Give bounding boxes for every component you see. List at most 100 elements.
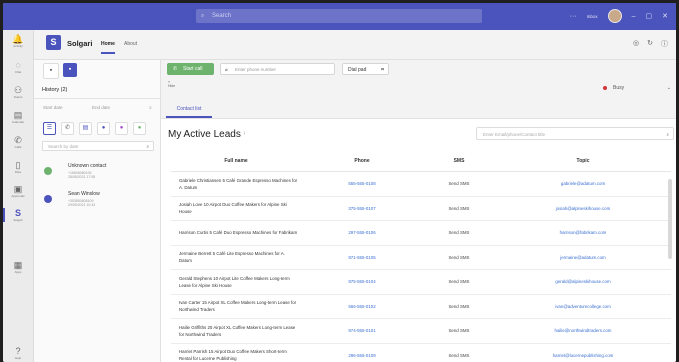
email-link[interactable]: gerald@alpineskihouse.com bbox=[495, 269, 671, 295]
start-date-input[interactable]: Start date bbox=[43, 105, 63, 110]
rail-item-apps[interactable]: ▦ Apps bbox=[3, 260, 33, 274]
filter-social-icon[interactable]: ● bbox=[133, 122, 146, 135]
filter-all-icon[interactable]: ☰ bbox=[43, 122, 56, 135]
presence-status-select[interactable]: Busy ⌄ bbox=[599, 82, 673, 94]
close-icon[interactable]: ✕ bbox=[662, 12, 668, 20]
rail-item-approvals[interactable]: ▣ Approvals bbox=[3, 184, 33, 198]
column-header-topic[interactable]: Topic bbox=[495, 151, 671, 172]
rail-label: Calendar bbox=[11, 120, 25, 124]
table-row[interactable]: Hailie Griffiths 20 Airpot XL Coffee Mak… bbox=[171, 318, 671, 344]
search-icon: ⌕ bbox=[146, 144, 149, 149]
rail-item-calendar[interactable]: ▤ Calendar bbox=[3, 110, 33, 124]
page-title: My Active Leads ⁱ bbox=[168, 129, 245, 140]
tab-about[interactable]: About bbox=[124, 41, 137, 47]
contact-name-cell: Gerald Stephens 10 Airpot Lite Coffee Ma… bbox=[171, 269, 301, 295]
tab-home[interactable]: Home bbox=[101, 41, 115, 54]
email-link[interactable]: josiah@alpineskihouse.com bbox=[495, 196, 671, 221]
bell-icon: 🔔 bbox=[12, 34, 24, 44]
email-link[interactable]: jermaine@adatum.com bbox=[495, 245, 671, 270]
app-header: S Solgari Home About ◎ ↻ ⓘ bbox=[34, 30, 676, 60]
rail-item-activity[interactable]: 🔔 Activity bbox=[3, 34, 33, 48]
phone-number-input[interactable]: ⌀ Enter phone number bbox=[220, 63, 335, 75]
filter-chat-icon[interactable]: ▤ bbox=[79, 122, 92, 135]
history-item-name: Unknown contact bbox=[68, 163, 107, 169]
send-sms-link[interactable]: Send SMS bbox=[423, 269, 495, 295]
rail-item-files[interactable]: ▯ Files bbox=[3, 160, 33, 174]
filter-menu-icon[interactable]: ≡ bbox=[149, 105, 152, 110]
phone-link[interactable]: 375-555-0107 bbox=[301, 196, 423, 221]
send-sms-link[interactable]: Send SMS bbox=[423, 294, 495, 319]
table-row[interactable]: Harriet Parrish 15 Airpot Duo Coffee Mak… bbox=[171, 343, 671, 362]
tab-contact-list[interactable]: Contact list bbox=[166, 103, 212, 118]
phone-link[interactable]: 555-555-0108 bbox=[301, 171, 423, 197]
app-name: Solgari bbox=[67, 39, 93, 48]
table-row[interactable]: Gabriele Christiansen 5 Café Grande Espr… bbox=[171, 171, 671, 197]
filter-email-icon[interactable]: ● bbox=[97, 122, 110, 135]
phone-link[interactable]: 975-555-0104 bbox=[301, 269, 423, 295]
email-link[interactable]: ivan@adventurecollege.com bbox=[495, 294, 671, 319]
column-header-phone[interactable]: Phone bbox=[301, 151, 423, 172]
filter-calls-icon[interactable]: ✆ bbox=[61, 122, 74, 135]
phone-link[interactable]: 566-555-0102 bbox=[301, 294, 423, 319]
phone-link[interactable]: 974-555-0101 bbox=[301, 318, 423, 344]
column-header-full-name[interactable]: Full name bbox=[171, 151, 301, 172]
table-row[interactable]: Jermaine Berrett 5 Café Lite Espresso Ma… bbox=[171, 245, 671, 270]
dialer-toggle-button[interactable]: ▪ bbox=[43, 63, 59, 79]
popout-icon[interactable]: ◎ bbox=[633, 39, 639, 49]
start-call-button[interactable]: ✆ Start call bbox=[167, 63, 214, 75]
approvals-icon: ▣ bbox=[13, 184, 23, 194]
send-sms-link[interactable]: Send SMS bbox=[423, 196, 495, 221]
info-icon[interactable]: ⓘ bbox=[661, 39, 668, 49]
rail-label: Help bbox=[14, 356, 22, 360]
table-row[interactable]: Ivan Carter 15 Airpot XL Coffee Makers L… bbox=[171, 294, 671, 319]
send-sms-link[interactable]: Send SMS bbox=[423, 171, 495, 197]
rail-item-teams[interactable]: ⚇ Teams bbox=[3, 85, 33, 99]
table-row[interactable]: Josiah Love 10 Airpot Duo Coffee Makers … bbox=[171, 196, 671, 221]
scrollbar[interactable] bbox=[668, 179, 672, 259]
history-search-input[interactable]: Search by date ⌕ bbox=[42, 141, 154, 151]
history-toggle-button[interactable]: ▪ bbox=[63, 63, 77, 77]
contact-search-input[interactable]: Enter Email/phone/Contact title ⌕ bbox=[476, 127, 674, 140]
search-icon: ⌕ bbox=[201, 13, 205, 19]
calls-icon: ✆ bbox=[14, 135, 22, 145]
rail-label: Apps bbox=[14, 270, 22, 274]
filter-sms-icon[interactable]: ● bbox=[115, 122, 128, 135]
dial-pad-button[interactable]: Dial pad ⌗ bbox=[342, 63, 389, 75]
email-link[interactable]: harriet@lucernepublishing.com bbox=[495, 343, 671, 362]
column-header-sms[interactable]: SMS bbox=[423, 151, 495, 172]
maximize-icon[interactable]: ▢ bbox=[646, 12, 653, 20]
hide-toggle[interactable]: ‹› Hide bbox=[168, 80, 175, 88]
global-search-input[interactable]: ⌕ Search bbox=[196, 9, 482, 23]
call-status-icon bbox=[44, 195, 52, 203]
send-sms-link[interactable]: Send SMS bbox=[423, 318, 495, 344]
phone-link[interactable]: 971-555-0105 bbox=[301, 245, 423, 270]
phone-link[interactable]: 296-555-0109 bbox=[301, 343, 423, 362]
history-item[interactable]: Unknown contact +16506080109 28/05/2021 … bbox=[42, 162, 154, 186]
table-row[interactable]: Gerald Stephens 10 Airpot Lite Coffee Ma… bbox=[171, 269, 671, 295]
more-options-icon[interactable]: ··· bbox=[570, 13, 577, 20]
refresh-icon[interactable]: ↻ bbox=[647, 39, 653, 49]
send-sms-link[interactable]: Send SMS bbox=[423, 343, 495, 362]
email-link[interactable]: gabriele@adatum.com bbox=[495, 171, 671, 197]
chevron-down-icon: ⌄ bbox=[666, 85, 671, 91]
rail-item-help[interactable]: ? Help bbox=[3, 346, 33, 360]
titlebar-controls: ··· Inbox – ▢ ✕ bbox=[570, 9, 668, 23]
minimize-icon[interactable]: – bbox=[632, 13, 636, 20]
phone-link[interactable]: 297-555-0106 bbox=[301, 220, 423, 246]
calendar-icon: ▤ bbox=[13, 110, 23, 120]
avatar[interactable] bbox=[607, 9, 622, 23]
start-call-label: Start call bbox=[183, 66, 203, 72]
rail-item-calls[interactable]: ✆ Calls bbox=[3, 135, 33, 149]
rail-item-chat[interactable]: ◌ Chat bbox=[3, 60, 33, 74]
hide-label: Hide bbox=[168, 84, 176, 88]
contacts-table: Full name Phone SMS Topic Gabriele Chris… bbox=[171, 151, 671, 362]
table-row[interactable]: Harrison Curtis 5 Café Duo Espresso Mach… bbox=[171, 220, 671, 246]
send-sms-link[interactable]: Send SMS bbox=[423, 245, 495, 270]
history-title: History (2) bbox=[42, 87, 68, 93]
send-sms-link[interactable]: Send SMS bbox=[423, 220, 495, 246]
end-date-input[interactable]: End date bbox=[92, 105, 110, 110]
email-link[interactable]: harrison@fabrikam.com bbox=[495, 220, 671, 246]
email-link[interactable]: hailie@northwindtraders.com bbox=[495, 318, 671, 344]
rail-item-solgari[interactable]: S Solgari bbox=[3, 208, 33, 222]
history-item[interactable]: Sean Winslow +353850808109 29/05/2021 10… bbox=[42, 190, 154, 214]
